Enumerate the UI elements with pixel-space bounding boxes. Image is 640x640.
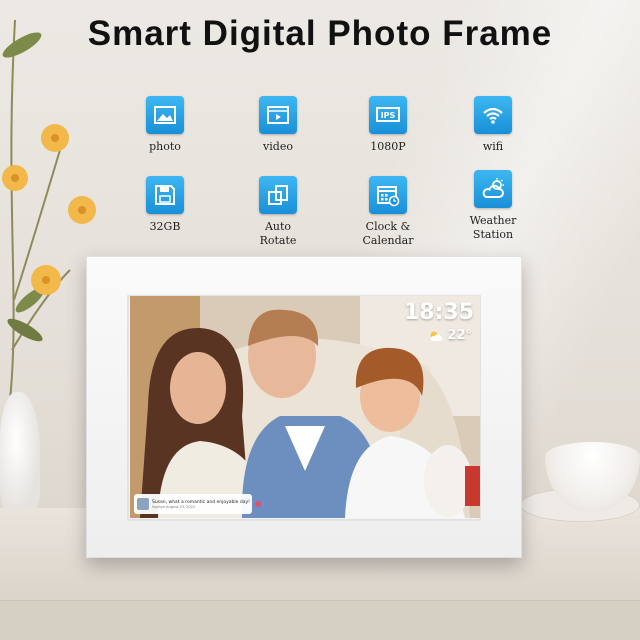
feature-label: video: [263, 140, 293, 153]
avatar: [137, 498, 149, 510]
vase: [0, 392, 40, 512]
calendar-icon: [369, 176, 407, 214]
table-edge: [0, 600, 640, 640]
feature-auto-rotate: Auto Rotate: [223, 176, 333, 248]
feature-label: Clock & Calendar: [362, 220, 414, 247]
ips-icon: IPS: [369, 96, 407, 134]
message-bubble: Susan, what a romantic and enjoyable day…: [134, 494, 261, 514]
feature-label: 1080P: [370, 140, 406, 153]
weather-icon: [474, 170, 512, 208]
feature-storage: 32GB: [110, 176, 220, 234]
partly-cloudy-icon: [430, 331, 443, 341]
feature-label: Weather Station: [469, 214, 517, 241]
feature-clock-calendar: Clock & Calendar: [333, 176, 443, 248]
feature-label: 32GB: [149, 220, 181, 233]
rotate-icon: [259, 176, 297, 214]
message-meta: Sophye August 23, 2022: [152, 504, 196, 509]
family-photo: [130, 296, 480, 518]
frame-screen: 18:35 22° Susan, what a romantic and enj…: [130, 296, 480, 518]
clock-time: 18:35: [403, 300, 474, 325]
feature-weather: Weather Station: [438, 170, 548, 242]
feature-resolution: IPS 1080P: [333, 96, 443, 154]
feature-video: video: [223, 96, 333, 154]
temperature: 22°: [447, 328, 472, 343]
heart-icon: [254, 501, 261, 507]
photo-icon: [146, 96, 184, 134]
feature-label: wifi: [482, 140, 504, 153]
page-title: Smart Digital Photo Frame: [87, 14, 553, 53]
ips-badge: IPS: [381, 111, 396, 120]
feature-label: photo: [149, 140, 181, 153]
feature-photo: photo: [110, 96, 220, 154]
video-icon: [259, 96, 297, 134]
wifi-icon: [474, 96, 512, 134]
feature-wifi: wifi: [438, 96, 548, 154]
storage-icon: [146, 176, 184, 214]
weather-readout: 22°: [429, 328, 472, 343]
feature-label: Auto Rotate: [259, 220, 297, 247]
